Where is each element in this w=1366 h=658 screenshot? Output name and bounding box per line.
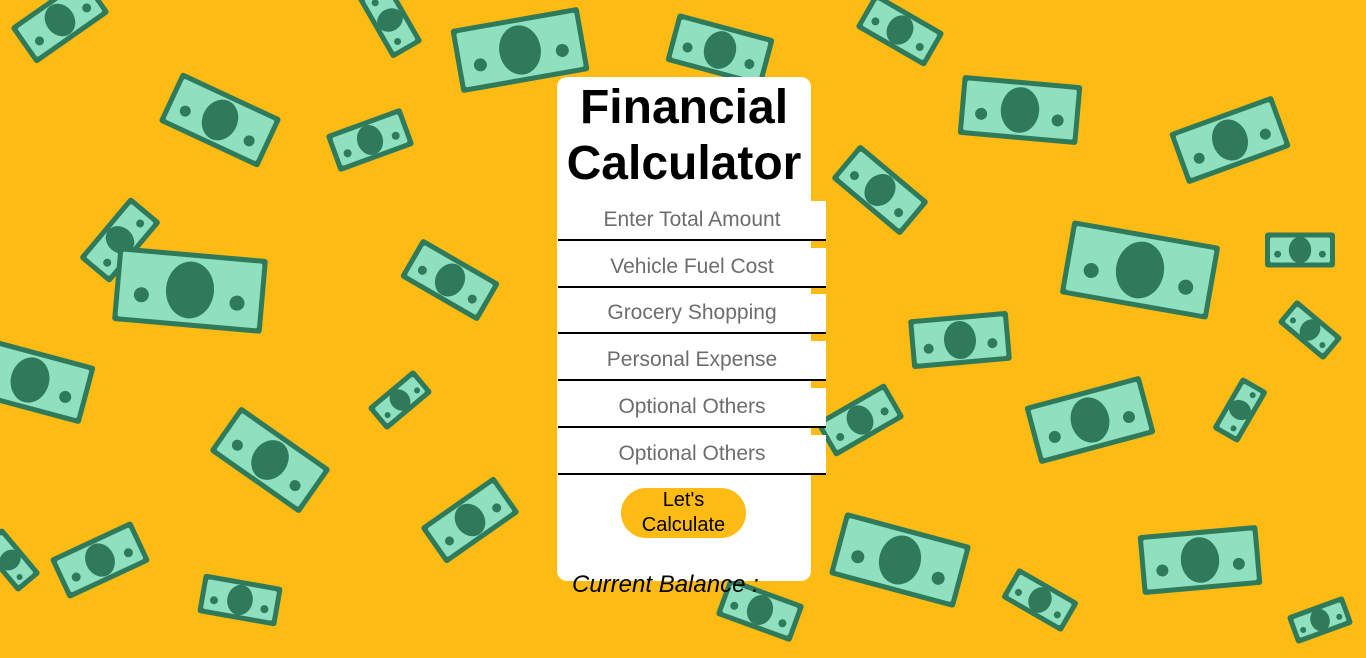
banknote-icon	[957, 75, 1083, 145]
page-title: Financial Calculator	[566, 81, 802, 190]
banknote-icon	[368, 370, 432, 430]
banknote-icon	[1002, 568, 1078, 632]
banknote-icon	[908, 310, 1012, 370]
banknote-icon	[50, 521, 150, 599]
current-balance-label: Current Balance :	[572, 571, 759, 598]
banknote-icon	[1278, 300, 1342, 360]
banknote-icon	[1024, 376, 1156, 464]
banknote-icon	[665, 13, 775, 87]
optional-others-input-1[interactable]	[558, 388, 826, 428]
banknote-icon	[11, 0, 109, 64]
calculate-button[interactable]: Let's Calculate	[621, 488, 746, 538]
optional-others-input-2[interactable]	[558, 435, 826, 475]
banknote-icon	[1265, 232, 1335, 268]
banknote-icon	[829, 512, 971, 608]
grocery-input[interactable]	[558, 294, 826, 334]
banknote-icon	[1169, 96, 1291, 184]
banknote-icon	[358, 0, 422, 58]
banknote-icon	[816, 383, 904, 457]
banknote-icon	[421, 476, 519, 564]
banknote-icon	[197, 573, 283, 627]
banknote-icon	[1213, 377, 1267, 443]
banknote-icon	[856, 0, 944, 67]
banknote-icon	[210, 407, 330, 513]
banknote-icon	[0, 336, 96, 424]
banknote-icon	[326, 108, 414, 172]
banknote-icon	[832, 145, 928, 235]
personal-expense-input[interactable]	[558, 341, 826, 381]
banknote-icon	[400, 239, 500, 321]
banknote-icon	[112, 246, 268, 334]
banknote-icon	[1060, 220, 1220, 320]
banknote-icon	[1137, 525, 1263, 595]
banknote-icon	[1287, 596, 1353, 644]
banknote-icon	[159, 72, 281, 168]
banknote-icon	[0, 528, 40, 592]
total-amount-input[interactable]	[558, 201, 826, 241]
fuel-cost-input[interactable]	[558, 248, 826, 288]
